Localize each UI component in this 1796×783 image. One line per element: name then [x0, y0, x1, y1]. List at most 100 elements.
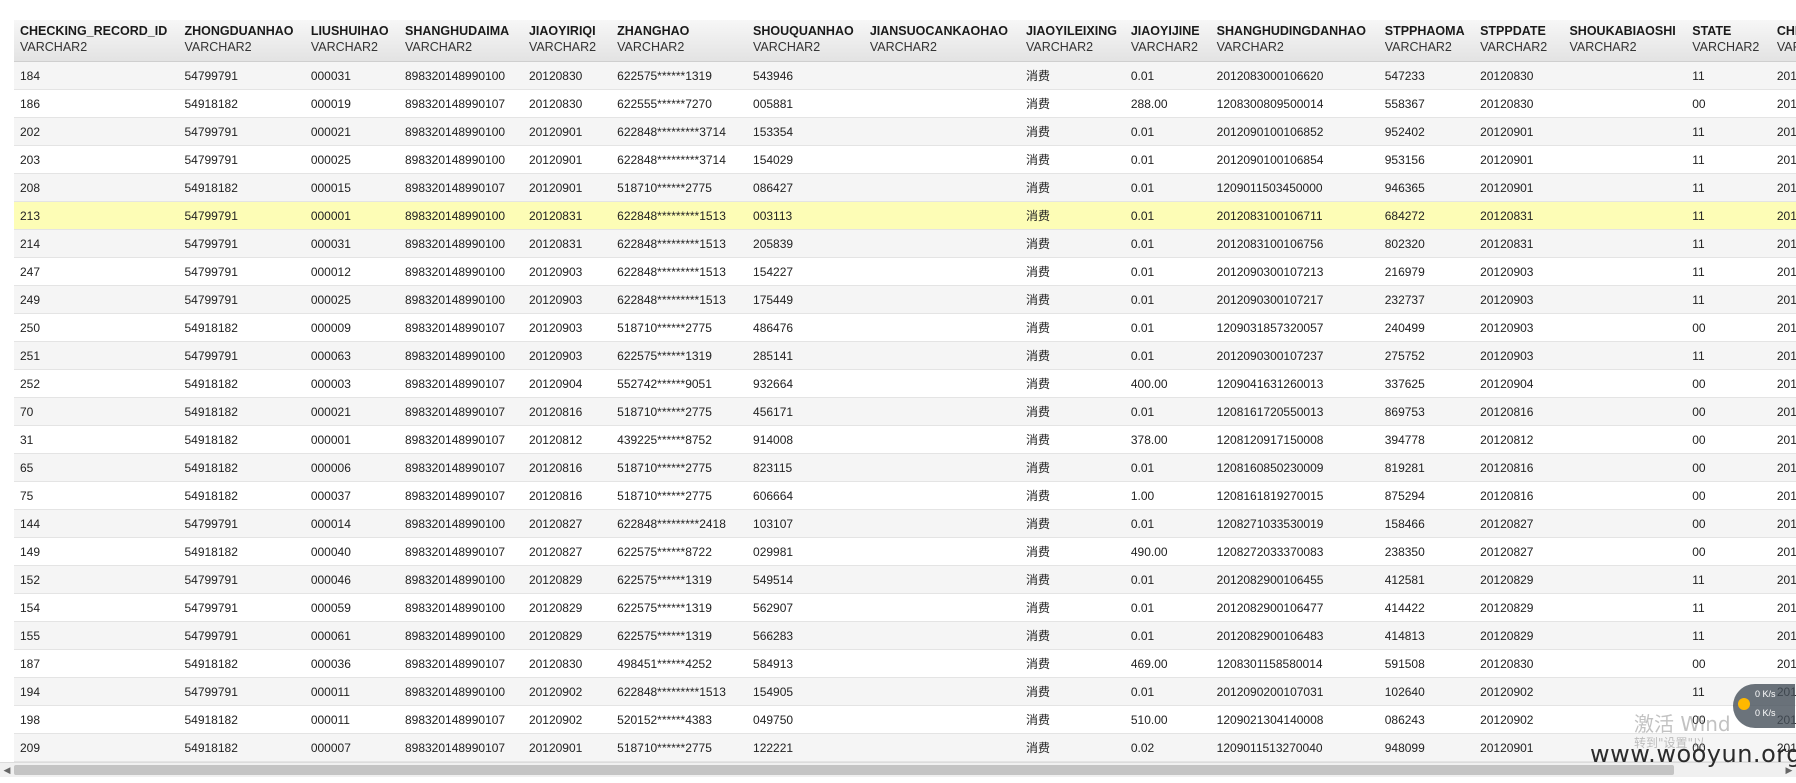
table-cell[interactable]: 898320148990100: [398, 201, 523, 230]
table-cell[interactable]: 2012090300107213: [1210, 257, 1379, 286]
table-cell[interactable]: 216979: [1378, 257, 1475, 286]
table-cell[interactable]: 819281: [1378, 453, 1475, 482]
table-cell[interactable]: 898320148990100: [398, 677, 523, 706]
table-cell[interactable]: 203: [14, 145, 179, 174]
table-cell[interactable]: 20120816: [1474, 481, 1564, 510]
table-cell[interactable]: [863, 145, 1020, 174]
table-cell[interactable]: 20120827: [1474, 509, 1564, 538]
table-cell[interactable]: [1563, 341, 1687, 370]
table-cell[interactable]: 518710******2775: [611, 313, 748, 342]
table-cell[interactable]: 2012090100106854: [1210, 145, 1379, 174]
table-cell[interactable]: 20120902: [522, 677, 612, 706]
table-cell[interactable]: 20120903: [1474, 257, 1564, 286]
scrollbar-thumb[interactable]: [14, 765, 1674, 775]
table-cell[interactable]: 54799791: [178, 621, 305, 650]
table-cell[interactable]: 20120830: [1474, 649, 1564, 678]
table-cell[interactable]: 186: [14, 89, 179, 118]
table-cell[interactable]: [863, 369, 1020, 398]
table-cell[interactable]: 518710******2775: [611, 453, 748, 482]
table-cell[interactable]: 20120903: [1474, 285, 1564, 314]
table-cell[interactable]: 00: [1686, 89, 1771, 118]
table-row[interactable]: 198 54918182 000011 898320148990107 20120902…: [14, 705, 1796, 734]
table-cell[interactable]: 205839: [747, 229, 864, 258]
table-cell[interactable]: 543946: [747, 61, 864, 90]
table-cell[interactable]: 11: [1686, 593, 1771, 622]
table-cell[interactable]: 0.01: [1124, 257, 1211, 286]
table-cell[interactable]: 00: [1686, 425, 1771, 454]
table-cell[interactable]: 029981: [747, 537, 864, 566]
table-cell[interactable]: 149: [14, 537, 179, 566]
table-cell[interactable]: 898320148990107: [398, 453, 523, 482]
table-row[interactable]: 149 54918182 000040 898320148990107 20120827…: [14, 537, 1796, 566]
table-cell[interactable]: 898320148990107: [398, 425, 523, 454]
table-cell[interactable]: 54918182: [178, 649, 305, 678]
table-cell[interactable]: 消费: [1019, 369, 1125, 398]
table-cell[interactable]: 144: [14, 509, 179, 538]
table-cell[interactable]: 11: [1686, 61, 1771, 90]
table-cell[interactable]: 566283: [747, 621, 864, 650]
table-cell[interactable]: 000012: [304, 257, 399, 286]
table-cell[interactable]: 消费: [1019, 397, 1125, 426]
table-cell[interactable]: [863, 453, 1020, 482]
table-cell[interactable]: 622848*********3714: [611, 117, 748, 146]
table-cell[interactable]: 000011: [304, 677, 399, 706]
table-cell[interactable]: [1563, 89, 1687, 118]
table-cell[interactable]: 823115: [747, 453, 864, 482]
table-cell[interactable]: 898320148990100: [398, 229, 523, 258]
table-cell[interactable]: 549514: [747, 565, 864, 594]
table-cell[interactable]: 20120812: [1474, 425, 1564, 454]
table-cell[interactable]: 898320148990107: [398, 705, 523, 734]
table-cell[interactable]: 20120903: [522, 313, 612, 342]
table-cell[interactable]: 11: [1686, 285, 1771, 314]
table-cell[interactable]: 2012090320001: [1770, 173, 1796, 202]
column-header-checkdate[interactable]: CHECKDATE VARCHAR2: [1770, 20, 1796, 62]
column-header-shouquanhao[interactable]: SHOUQUANHAO VARCHAR2: [747, 20, 864, 62]
table-cell[interactable]: 000061: [304, 621, 399, 650]
table-cell[interactable]: 1208300809500014: [1210, 89, 1379, 118]
table-row[interactable]: 251 54799791 000063 898320148990100 20120903…: [14, 341, 1796, 370]
table-cell[interactable]: 898320148990107: [398, 313, 523, 342]
table-cell[interactable]: 0.01: [1124, 565, 1211, 594]
table-cell[interactable]: 932664: [747, 369, 864, 398]
table-cell[interactable]: 75: [14, 481, 179, 510]
table-cell[interactable]: 214: [14, 229, 179, 258]
table-cell[interactable]: [1563, 565, 1687, 594]
table-cell[interactable]: 240499: [1378, 313, 1475, 342]
table-cell[interactable]: [1563, 677, 1687, 706]
table-cell[interactable]: 11: [1686, 145, 1771, 174]
table-cell[interactable]: 20120902: [1474, 677, 1564, 706]
table-cell[interactable]: 11: [1686, 621, 1771, 650]
table-cell[interactable]: 2012081719000: [1770, 397, 1796, 426]
column-header-jiaoyileixing[interactable]: JIAOYILEIXING VARCHAR2: [1019, 20, 1125, 62]
table-cell[interactable]: 102640: [1378, 677, 1475, 706]
table-cell[interactable]: 000025: [304, 145, 399, 174]
table-cell[interactable]: 20120829: [1474, 565, 1564, 594]
table-cell[interactable]: 2012082900106483: [1210, 621, 1379, 650]
table-cell[interactable]: 394778: [1378, 425, 1475, 454]
table-cell[interactable]: 208: [14, 173, 179, 202]
table-cell[interactable]: 消费: [1019, 649, 1125, 678]
table-cell[interactable]: 414422: [1378, 593, 1475, 622]
horizontal-scrollbar[interactable]: ◀ ▶: [0, 762, 1796, 777]
table-cell[interactable]: 20120830: [522, 649, 612, 678]
table-cell[interactable]: 946365: [1378, 173, 1475, 202]
table-cell[interactable]: 2012083020000: [1770, 593, 1796, 622]
table-cell[interactable]: 000046: [304, 565, 399, 594]
table-cell[interactable]: 1208271033530019: [1210, 509, 1379, 538]
table-cell[interactable]: 898320148990100: [398, 117, 523, 146]
table-cell[interactable]: 消费: [1019, 173, 1125, 202]
table-cell[interactable]: 20120830: [522, 61, 612, 90]
table-cell[interactable]: 584913: [747, 649, 864, 678]
table-cell[interactable]: 0.01: [1124, 397, 1211, 426]
column-header-shoukabiaoshi[interactable]: SHOUKABIAOSHI VARCHAR2: [1563, 20, 1687, 62]
table-cell[interactable]: 952402: [1378, 117, 1475, 146]
table-cell[interactable]: 414813: [1378, 621, 1475, 650]
table-cell[interactable]: 2012082900106455: [1210, 565, 1379, 594]
table-cell[interactable]: 0.01: [1124, 341, 1211, 370]
table-cell[interactable]: 消费: [1019, 341, 1125, 370]
table-cell[interactable]: 622575******8722: [611, 537, 748, 566]
table-cell[interactable]: 400.00: [1124, 369, 1211, 398]
table-cell[interactable]: 2012083120000: [1770, 61, 1796, 90]
table-cell[interactable]: 898320148990100: [398, 145, 523, 174]
table-cell[interactable]: 0.01: [1124, 117, 1211, 146]
